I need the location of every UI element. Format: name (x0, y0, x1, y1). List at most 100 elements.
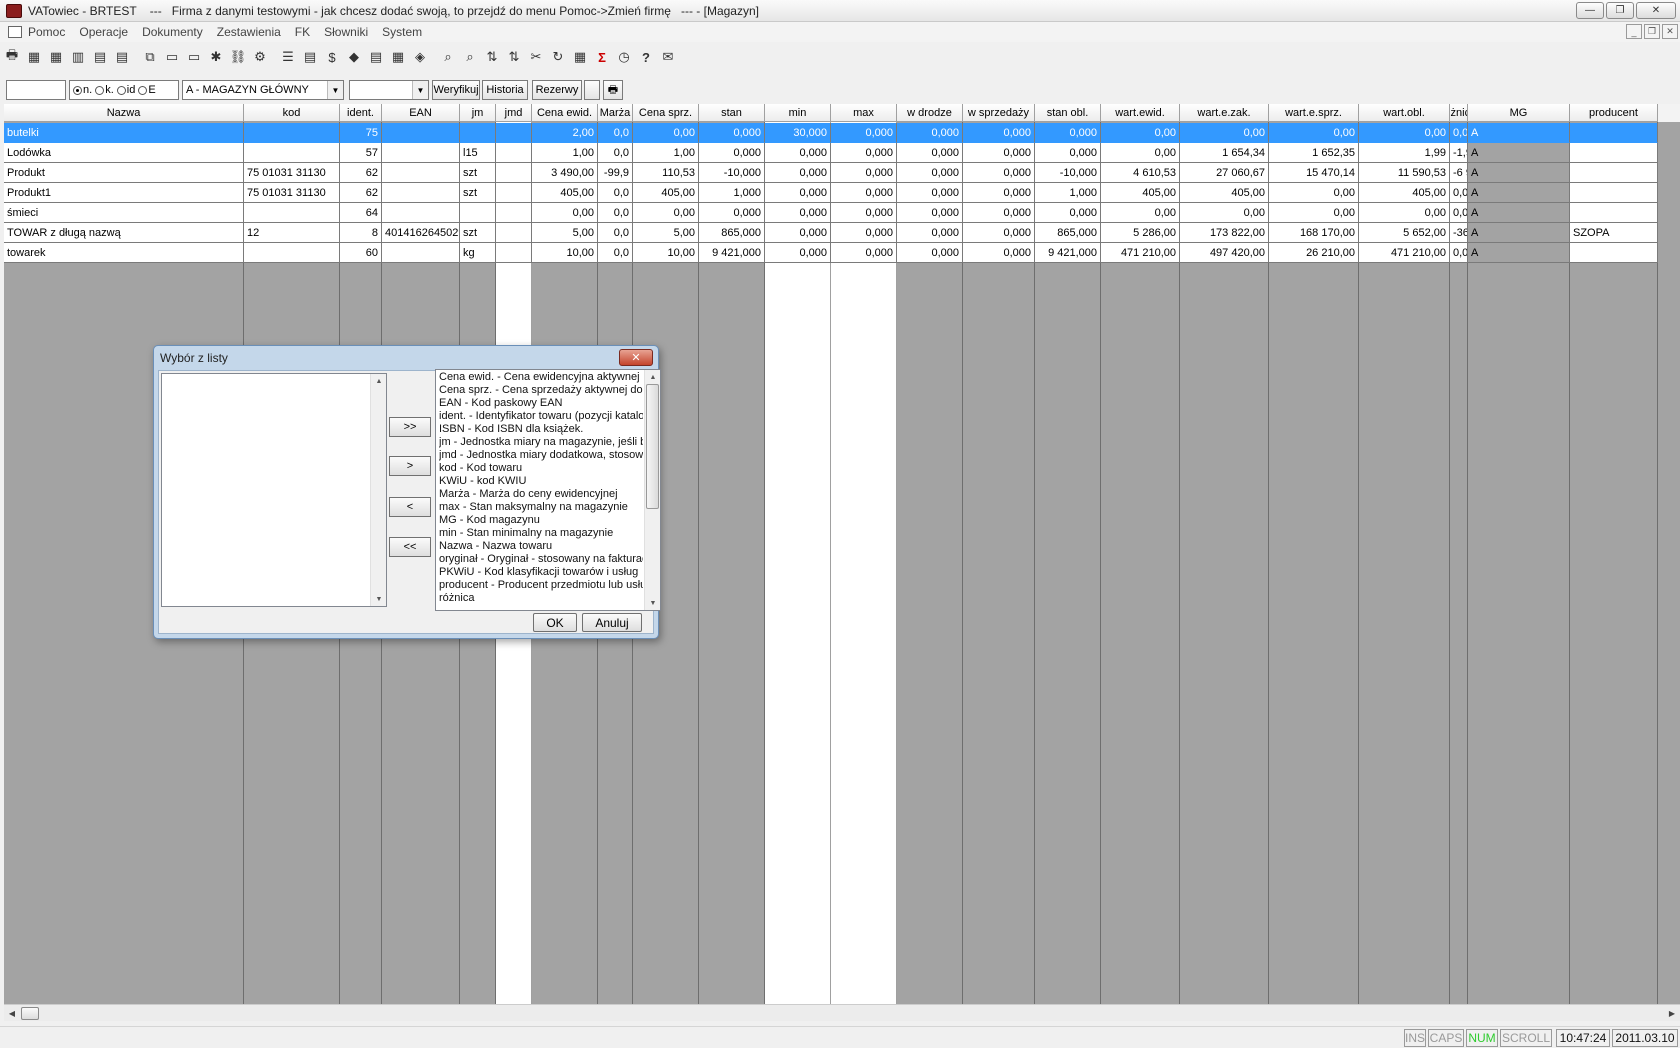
table-cell[interactable]: l15 (460, 143, 496, 163)
menu-pomoc[interactable]: Pomoc (28, 25, 65, 39)
table-row[interactable]: Produkt 75 01031 31130 62 szt 3 490,00 -99,9 1… (4, 163, 1680, 183)
column-header[interactable]: wart.obl. (1359, 104, 1450, 122)
table-cell[interactable]: 5,00 (633, 223, 699, 243)
search-input[interactable] (6, 80, 66, 100)
column-header[interactable]: kod (244, 104, 340, 122)
menu-slowniki[interactable]: Słowniki (324, 25, 368, 39)
table-cell[interactable]: 0,0 (598, 203, 633, 223)
calc2-icon[interactable]: ▦ (46, 47, 66, 67)
table-cell[interactable]: 0,000 (1035, 123, 1101, 143)
table-cell[interactable] (382, 143, 460, 163)
scrollbar-thumb[interactable] (21, 1007, 39, 1020)
list-item[interactable]: MG - Kod magazynu (439, 514, 643, 527)
table-cell[interactable]: A (1468, 123, 1570, 143)
table-cell[interactable]: -99,9 (598, 163, 633, 183)
notes-icon[interactable]: ▤ (366, 47, 386, 67)
table-cell[interactable]: 9 421,000 (1035, 243, 1101, 263)
table-cell[interactable]: 0,00 (1450, 123, 1468, 143)
table-cell[interactable]: 173 822,00 (1180, 223, 1269, 243)
sigma-icon[interactable]: Σ (592, 47, 612, 67)
table-cell[interactable]: szt (460, 183, 496, 203)
list-item[interactable]: Cena ewid. - Cena ewidencyjna aktywnej d… (439, 371, 643, 384)
table-cell[interactable]: A (1468, 143, 1570, 163)
table-cell[interactable]: 0,00 (1269, 203, 1359, 223)
table-cell[interactable]: 0,0 (598, 123, 633, 143)
table-cell[interactable]: 0,000 (1035, 203, 1101, 223)
menu-dokumenty[interactable]: Dokumenty (142, 25, 203, 39)
table-cell[interactable]: 0,000 (897, 123, 963, 143)
scroll-right-icon[interactable]: ▶ (1664, 1006, 1680, 1021)
table-cell[interactable]: szt (460, 163, 496, 183)
column-header[interactable]: wart.e.sprz. (1269, 104, 1359, 122)
chevron-down-icon[interactable]: ▼ (412, 81, 428, 99)
table-cell[interactable]: 0,000 (963, 123, 1035, 143)
table-cell[interactable]: 1,000 (1035, 183, 1101, 203)
table-cell[interactable]: 0,00 (1180, 203, 1269, 223)
cancel-button[interactable]: Anuluj (582, 613, 642, 632)
column-header[interactable]: różnica (1450, 104, 1468, 122)
tree-icon[interactable]: ✱ (206, 47, 226, 67)
help-icon[interactable]: ? (636, 47, 656, 67)
print-icon[interactable]: 🖶 (2, 47, 22, 67)
table-cell[interactable]: 0,000 (765, 243, 831, 263)
table-cell[interactable]: 865,000 (699, 223, 765, 243)
table-cell[interactable] (496, 203, 532, 223)
table-cell[interactable]: 405,00 (532, 183, 598, 203)
grid-icon[interactable]: ▤ (300, 47, 320, 67)
column-header[interactable]: ident. (340, 104, 382, 122)
table-cell[interactable] (244, 123, 340, 143)
table-cell[interactable]: 30,000 (765, 123, 831, 143)
table-cell[interactable]: 62 (340, 183, 382, 203)
table-cell[interactable]: 0,0 (598, 223, 633, 243)
table-cell[interactable] (382, 203, 460, 223)
add-button[interactable]: > (389, 456, 431, 476)
table-cell[interactable]: 0,000 (831, 243, 897, 263)
table-cell[interactable]: 9 421,000 (699, 243, 765, 263)
table-cell[interactable]: szt (460, 223, 496, 243)
column-header[interactable]: Marża (598, 104, 633, 122)
list-item[interactable]: ident. - Identyfikator towaru (pozycji k… (439, 410, 643, 423)
list-item[interactable]: min - Stan minimalny na magazynie (439, 527, 643, 540)
table-row[interactable]: Produkt1 75 01031 31130 62 szt 405,00 0,0 405,… (4, 183, 1680, 203)
table-cell[interactable]: 168 170,00 (1269, 223, 1359, 243)
table-cell[interactable] (382, 163, 460, 183)
column-header[interactable]: MG (1468, 104, 1570, 122)
list-item[interactable]: KWiU - kod KWIU (439, 475, 643, 488)
table-cell[interactable]: 1 654,34 (1180, 143, 1269, 163)
list-item[interactable]: producent - Producent przedmiotu lub usł… (439, 579, 643, 592)
table-cell[interactable]: 471 210,00 (1101, 243, 1180, 263)
table-cell[interactable]: -366,00 (1450, 223, 1468, 243)
column-header[interactable]: wart.ewid. (1101, 104, 1180, 122)
close-button[interactable]: ✕ (1636, 2, 1676, 19)
radio-ean[interactable] (138, 85, 148, 95)
table-cell[interactable]: 4 610,53 (1101, 163, 1180, 183)
table-cell[interactable]: 26 210,00 (1269, 243, 1359, 263)
column-header[interactable]: w sprzedaży (963, 104, 1035, 122)
table-cell[interactable]: 75 (340, 123, 382, 143)
table-cell[interactable]: 1,000 (699, 183, 765, 203)
table-cell[interactable]: 0,000 (897, 243, 963, 263)
table-cell[interactable] (496, 183, 532, 203)
table-cell[interactable]: 8 (340, 223, 382, 243)
document-icon[interactable] (8, 26, 22, 38)
table-cell[interactable]: 2,00 (532, 123, 598, 143)
table-cell[interactable]: 0,000 (831, 123, 897, 143)
radio-name[interactable] (73, 85, 82, 95)
table-cell[interactable]: 0,000 (831, 183, 897, 203)
menu-zestawienia[interactable]: Zestawienia (217, 25, 281, 39)
chevron-down-icon[interactable]: ▼ (327, 81, 343, 99)
column-header[interactable]: min (765, 104, 831, 122)
menu-fk[interactable]: FK (295, 25, 310, 39)
column-header[interactable]: stan obl. (1035, 104, 1101, 122)
menu-system[interactable]: System (382, 25, 422, 39)
table-cell[interactable]: 0,000 (963, 183, 1035, 203)
table-cell[interactable]: 0,000 (897, 223, 963, 243)
table-cell[interactable]: 497 420,00 (1180, 243, 1269, 263)
column-header[interactable]: Cena sprz. (633, 104, 699, 122)
list-item[interactable]: jm - Jednostka miary na magazynie, jeśli… (439, 436, 643, 449)
table-cell[interactable] (1570, 183, 1658, 203)
table-cell[interactable]: 0,000 (765, 143, 831, 163)
table-cell[interactable] (1570, 203, 1658, 223)
table-cell[interactable]: 0,00 (1359, 203, 1450, 223)
dialog-close-button[interactable]: ✕ (619, 349, 653, 366)
